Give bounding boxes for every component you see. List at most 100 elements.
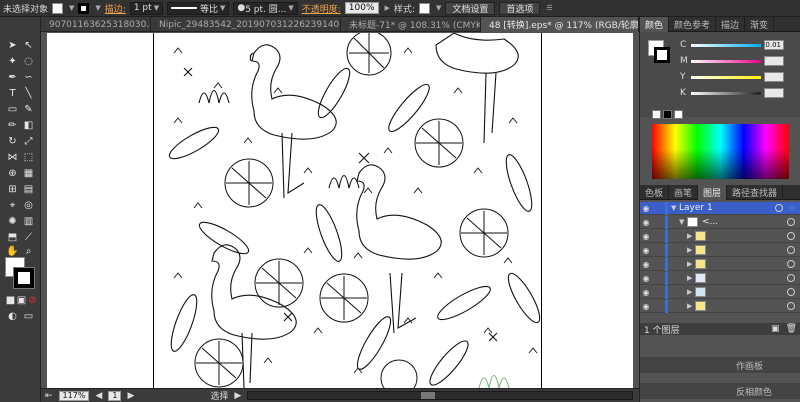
target-circle-icon[interactable] xyxy=(787,218,795,226)
none-swatch[interactable] xyxy=(652,110,661,119)
target-circle-icon[interactable] xyxy=(787,288,795,296)
selection-tool-icon[interactable]: ➤ xyxy=(6,39,19,52)
preferences-button[interactable]: 首选项 xyxy=(499,1,541,15)
shape-builder-icon[interactable]: ⊕ xyxy=(6,167,19,180)
column-graph-icon[interactable]: ▥ xyxy=(22,215,35,228)
variable-width-profile-select[interactable]: 等比 ▼ xyxy=(167,1,230,15)
tab-layers[interactable]: 图层 xyxy=(698,184,728,200)
line-tool-icon[interactable]: ╲ xyxy=(22,87,35,100)
free-transform-icon[interactable]: ⬚ xyxy=(22,151,35,164)
collapsed-panel-artboards[interactable]: 作画板 xyxy=(640,357,800,373)
magenta-slider-row[interactable]: M xyxy=(680,56,800,66)
target-circle-icon[interactable] xyxy=(787,274,795,282)
slice-tool-icon[interactable]: ⟋ xyxy=(22,231,35,244)
eye-icon[interactable]: ◉ xyxy=(640,232,652,241)
target-circle-icon[interactable] xyxy=(787,232,795,240)
mesh-tool-icon[interactable]: ⊞ xyxy=(6,183,19,196)
rectangle-tool-icon[interactable]: ▭ xyxy=(6,103,19,116)
artboard[interactable] xyxy=(47,33,633,388)
opacity-field[interactable]: 100% xyxy=(344,2,379,14)
layer-row-item[interactable]: ◉ ▶ xyxy=(640,229,800,243)
tab-brushes[interactable]: 画笔 xyxy=(669,184,699,200)
zoom-field[interactable]: 117% xyxy=(58,390,90,401)
tab-document-3[interactable]: 未标题-71* @ 108.31% (CMYK/... xyxy=(341,17,481,32)
expand-triangle-icon[interactable]: ▼ xyxy=(679,218,687,226)
status-menu-icon[interactable]: ▶ xyxy=(234,391,241,401)
target-circle-icon[interactable] xyxy=(787,260,795,268)
type-tool-icon[interactable]: T xyxy=(6,87,19,100)
stroke-swatch[interactable] xyxy=(78,2,90,14)
yellow-value-field[interactable] xyxy=(764,72,784,82)
none-mode-icon[interactable]: ⊘ xyxy=(26,294,39,307)
blend-tool-icon[interactable]: ◎ xyxy=(22,199,35,212)
magic-wand-icon[interactable]: ✦ xyxy=(6,55,19,68)
eraser-icon[interactable]: ◧ xyxy=(22,119,35,132)
flamingo-pattern-artwork[interactable] xyxy=(153,33,542,388)
magenta-value-field[interactable] xyxy=(764,56,784,66)
black-value-field[interactable] xyxy=(764,88,784,98)
expand-triangle-icon[interactable]: ▶ xyxy=(687,246,695,254)
gradient-tool-icon[interactable]: ▤ xyxy=(22,183,35,196)
chevron-right-icon[interactable]: ▶ xyxy=(385,4,390,12)
cyan-slider-row[interactable]: C 0.01 xyxy=(680,40,800,50)
selection-indicator[interactable] xyxy=(789,205,795,211)
chevron-down-icon[interactable]: ▼ xyxy=(436,4,441,12)
white-swatch[interactable] xyxy=(674,110,683,119)
stroke-label[interactable]: 描边: xyxy=(105,2,126,15)
direct-selection-tool-icon[interactable]: ↖ xyxy=(22,39,35,52)
layer-row-layer-1[interactable]: ◉ ▼ Layer 1 xyxy=(640,201,800,215)
eye-icon[interactable]: ◉ xyxy=(640,274,652,283)
target-circle-icon[interactable] xyxy=(787,246,795,254)
eye-icon[interactable]: ◉ xyxy=(640,204,652,213)
black-slider-row[interactable]: K xyxy=(680,88,800,98)
curvature-icon[interactable]: ∽ xyxy=(22,71,35,84)
new-layer-icon[interactable]: ▣ xyxy=(771,324,780,334)
tab-document-2[interactable]: Nipic_29483542_20190703122623914086.ai*✕ xyxy=(151,17,341,32)
symbol-sprayer-icon[interactable]: ✺ xyxy=(6,215,19,228)
rotate-icon[interactable]: ↻ xyxy=(6,135,19,148)
tab-color[interactable]: 颜色 xyxy=(640,16,670,32)
color-spectrum[interactable] xyxy=(652,124,789,179)
layer-row-item[interactable]: ◉ ▶ xyxy=(640,271,800,285)
eye-icon[interactable]: ◉ xyxy=(640,218,652,227)
expand-triangle-icon[interactable]: ▶ xyxy=(687,274,695,282)
cyan-slider[interactable] xyxy=(691,43,761,47)
layer-row-item[interactable]: ◉ ▶ xyxy=(640,257,800,271)
width-tool-icon[interactable]: ⋈ xyxy=(6,151,19,164)
horizontal-scrollbar[interactable] xyxy=(247,391,633,400)
opacity-label[interactable]: 不透明度: xyxy=(302,2,341,15)
stroke-weight-select[interactable]: 1 pt ▼ xyxy=(129,1,164,15)
layer-name[interactable]: Layer 1 xyxy=(679,203,713,213)
brush-definition-select[interactable]: ● 5 pt. 圆... ▼ xyxy=(233,1,298,15)
layer-row-group[interactable]: ◉ ▼ <... xyxy=(640,215,800,229)
target-circle-icon[interactable] xyxy=(775,204,783,212)
delete-layer-icon[interactable]: 🗑 xyxy=(786,324,797,334)
chevron-down-icon[interactable]: ▼ xyxy=(95,4,100,12)
draw-mode-icon[interactable]: ◐ xyxy=(6,310,19,323)
tab-swatches[interactable]: 色板 xyxy=(640,184,670,200)
eye-icon[interactable]: ◉ xyxy=(640,302,652,311)
expand-triangle-icon[interactable]: ▶ xyxy=(687,302,695,310)
expand-triangle-icon[interactable]: ▶ xyxy=(687,260,695,268)
style-swatch[interactable] xyxy=(418,2,430,14)
black-swatch[interactable] xyxy=(663,110,672,119)
stroke-color-box[interactable] xyxy=(13,267,35,289)
yellow-slider[interactable] xyxy=(691,75,761,79)
screen-mode-icon[interactable]: ▭ xyxy=(22,310,35,323)
artboard-tool-icon[interactable]: ⬒ xyxy=(6,231,19,244)
chevron-down-icon[interactable]: ▼ xyxy=(69,4,74,12)
artboard-nav-icon[interactable]: ⇤ xyxy=(45,391,53,401)
black-slider[interactable] xyxy=(691,91,761,95)
paintbrush-icon[interactable]: ✎ xyxy=(22,103,35,116)
expand-triangle-icon[interactable]: ▼ xyxy=(671,204,679,212)
eye-icon[interactable]: ◉ xyxy=(640,288,652,297)
eye-icon[interactable]: ◉ xyxy=(640,260,652,269)
pen-tool-icon[interactable]: ✒ xyxy=(6,71,19,84)
tab-color-guide[interactable]: 颜色参考 xyxy=(669,16,717,32)
document-setup-button[interactable]: 文档设置 xyxy=(445,1,496,15)
layer-row-item[interactable]: ◉ ▶ xyxy=(640,285,800,299)
tab-document-1[interactable]: 90701163625318030.ai*✕ xyxy=(41,17,151,32)
pencil-icon[interactable]: ✏ xyxy=(6,119,19,132)
tab-stroke[interactable]: 描边 xyxy=(716,16,746,32)
expand-triangle-icon[interactable]: ▶ xyxy=(687,232,695,240)
